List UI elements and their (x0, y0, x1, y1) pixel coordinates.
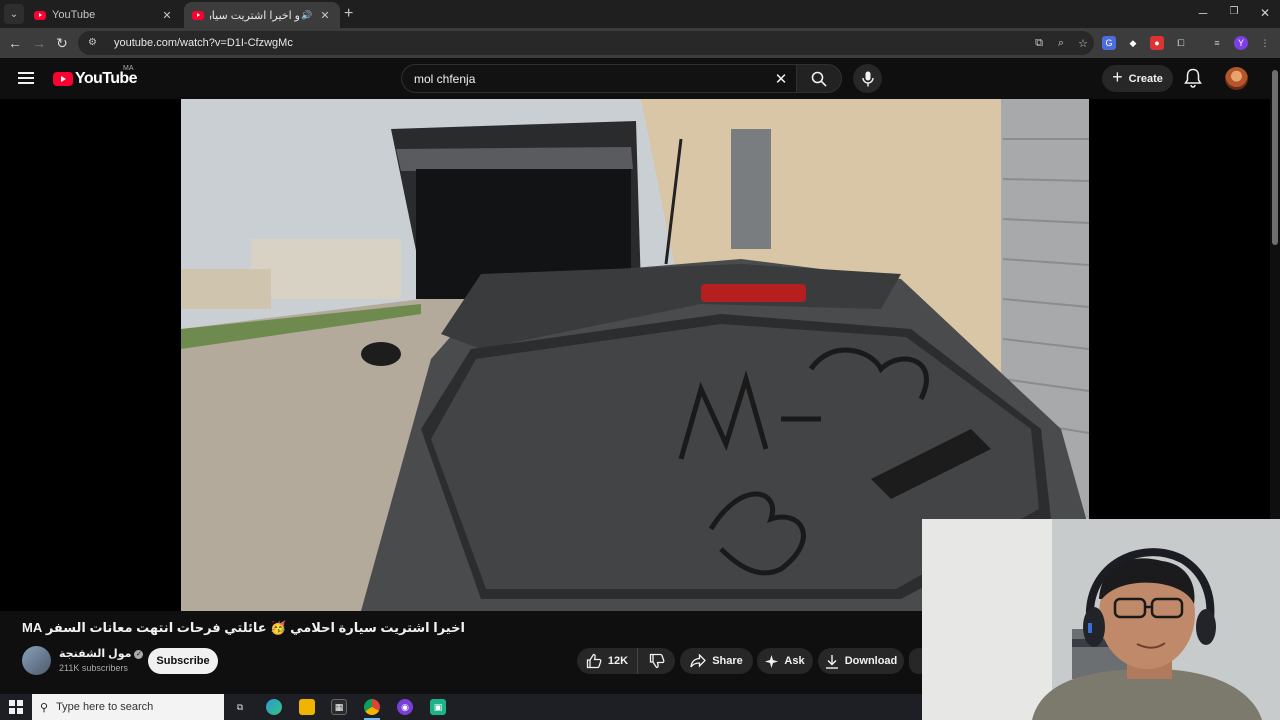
taskbar-search-placeholder: Type here to search (56, 701, 154, 713)
youtube-favicon-icon (34, 10, 46, 20)
chrome-icon[interactable] (364, 699, 380, 715)
forward-icon[interactable]: → (30, 34, 48, 52)
like-dislike-group: 12K (577, 648, 675, 674)
chrome-menu-icon[interactable]: ⋮ (1258, 36, 1272, 50)
task-view-icon[interactable]: ⧉ (232, 699, 248, 715)
download-button[interactable]: Download (818, 648, 904, 674)
youtube-logo[interactable]: YouTube MA (53, 65, 137, 88)
translate-extension-icon[interactable]: G (1102, 36, 1116, 50)
logo-text: YouTube (75, 70, 137, 87)
create-button[interactable]: + Create (1102, 65, 1173, 92)
install-icon[interactable]: ⧉ (1028, 37, 1050, 50)
like-count: 12K (607, 655, 629, 667)
voice-search-button[interactable] (853, 64, 882, 93)
webcam-frame (922, 519, 1280, 720)
tab-title: و اخيرا اشتريت سيارة احلامي (210, 9, 300, 22)
bookmark-star-icon[interactable]: ☆ (1072, 37, 1094, 50)
webcam-overlay (922, 519, 1280, 720)
dislike-button[interactable] (638, 653, 675, 669)
hamburger-menu-icon[interactable] (18, 72, 34, 84)
notifications-bell-icon[interactable] (1184, 68, 1202, 88)
account-avatar[interactable] (1225, 67, 1248, 90)
download-label: Download (844, 655, 898, 667)
search-icon (811, 71, 827, 87)
profile-avatar-icon[interactable]: Y (1234, 36, 1248, 50)
youtube-masthead: YouTube MA ✕ + Create (0, 58, 1280, 99)
verified-check-icon: ✓ (134, 650, 144, 659)
share-label: Share (712, 655, 743, 667)
edge-icon[interactable] (266, 699, 282, 715)
search-box: ✕ (401, 64, 796, 93)
restore-icon[interactable]: ❐ (1224, 6, 1244, 17)
discord-icon[interactable]: ◉ (397, 699, 413, 715)
share-button[interactable]: Share (680, 648, 753, 674)
share-arrow-icon (690, 654, 707, 668)
search-input[interactable] (414, 71, 766, 86)
file-explorer-icon[interactable] (299, 699, 315, 715)
browser-toolbar: ← → ↻ ⚙ youtube.com/watch?v=D1I-CfzwgMc … (0, 28, 1280, 58)
close-icon[interactable]: ✕ (160, 9, 174, 22)
sparkle-icon (765, 654, 779, 668)
tab-title: YouTube (52, 9, 96, 21)
media-controls-icon[interactable]: ≡ (1210, 36, 1224, 50)
video-title: اخيرا اشتريت سيارة احلامي 🥳 عائلتي فرحات… (22, 620, 465, 635)
speaker-icon[interactable]: 🔊 (300, 10, 314, 21)
back-icon[interactable]: ← (6, 34, 24, 52)
address-bar[interactable]: ⚙ youtube.com/watch?v=D1I-CfzwgMc ⧉ ⌕ ☆ (78, 31, 1094, 55)
search-icon: ⚲ (40, 701, 49, 714)
channel-avatar[interactable] (22, 646, 51, 675)
clear-search-icon[interactable]: ✕ (766, 70, 796, 88)
tab-search-icon[interactable]: ⌄ (4, 4, 24, 24)
minimize-icon[interactable]: ─ (1193, 6, 1213, 20)
store-icon[interactable]: ▦ (331, 699, 347, 715)
capcut-icon[interactable]: ▣ (430, 699, 446, 715)
download-icon (825, 654, 838, 669)
ask-button[interactable]: Ask (757, 648, 813, 674)
microphone-icon (861, 71, 874, 86)
thumbs-down-icon (649, 653, 664, 669)
close-icon[interactable]: ✕ (318, 9, 332, 22)
zoom-icon[interactable]: ⌕ (1050, 37, 1072, 50)
channel-name: مول الشفنجة (59, 648, 132, 660)
subscribe-button[interactable]: Subscribe (148, 648, 218, 674)
channel-name-row[interactable]: مول الشفنجة ✓ (59, 647, 144, 660)
windows-taskbar: ⚲ Type here to search ⧉ ▦ ◉ ▣ (0, 694, 922, 720)
site-info-icon[interactable]: ⚙ (88, 37, 100, 49)
new-tab-button[interactable]: + (344, 5, 353, 23)
diamond-extension-icon[interactable]: ◆ (1126, 36, 1140, 50)
plus-icon: + (1112, 67, 1123, 87)
search-button[interactable] (796, 64, 842, 93)
red-extension-icon[interactable]: ● (1150, 36, 1164, 50)
reload-icon[interactable]: ↻ (53, 34, 71, 52)
url-text: youtube.com/watch?v=D1I-CfzwgMc (114, 37, 293, 49)
thumbs-up-icon (586, 653, 602, 669)
taskbar-search-box[interactable]: ⚲ Type here to search (32, 694, 224, 720)
extensions-puzzle-icon[interactable]: ⧠ (1174, 36, 1188, 50)
youtube-favicon-icon (192, 10, 204, 20)
tab-youtube[interactable]: YouTube ✕ (26, 2, 182, 28)
country-code: MA (123, 65, 134, 72)
youtube-play-icon (53, 72, 73, 86)
create-label: Create (1128, 72, 1163, 85)
subscriber-count: 211K subscribers (59, 663, 128, 673)
ask-label: Ask (784, 655, 805, 667)
windows-start-icon[interactable] (9, 700, 23, 714)
tab-video[interactable]: و اخيرا اشتريت سيارة احلامي 🔊 ✕ (184, 2, 340, 28)
scrollbar-thumb[interactable] (1272, 70, 1278, 245)
window-close-icon[interactable]: ✕ (1255, 6, 1275, 20)
like-button[interactable]: 12K (577, 648, 638, 674)
browser-tab-strip: ⌄ YouTube ✕ و اخيرا اشتريت سيارة احلامي … (0, 0, 1280, 28)
